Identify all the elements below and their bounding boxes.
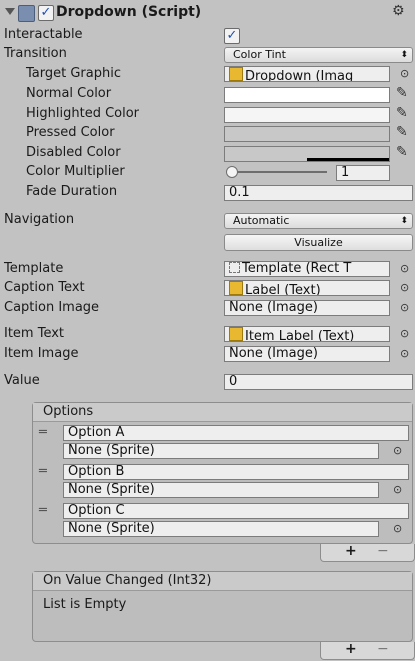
fade-duration-input[interactable]: 0.1 bbox=[224, 185, 413, 201]
pressed-color-label: Pressed Color bbox=[26, 125, 115, 140]
option-text-input[interactable]: Option C bbox=[63, 503, 409, 519]
options-list: Options ═ Option A None (Sprite) ⊙ ═ Opt… bbox=[32, 402, 413, 544]
fold-arrow-icon[interactable] bbox=[5, 8, 15, 15]
disabled-color-swatch[interactable] bbox=[224, 146, 390, 162]
disabled-color-label: Disabled Color bbox=[26, 145, 121, 160]
item-text-value: Item Label (Text) bbox=[245, 329, 355, 342]
navigation-dropdown[interactable]: Automatic ⬍ bbox=[224, 213, 413, 229]
option-text-input[interactable]: Option B bbox=[63, 464, 409, 480]
caption-text-value: Label (Text) bbox=[245, 283, 321, 296]
option-text-input[interactable]: Option A bbox=[63, 425, 409, 441]
object-picker-icon[interactable]: ⊙ bbox=[400, 281, 409, 294]
template-label: Template bbox=[4, 261, 64, 276]
navigation-value: Automatic bbox=[233, 214, 290, 227]
alpha-bar bbox=[307, 158, 389, 161]
color-multiplier-input[interactable]: 1 bbox=[336, 165, 390, 181]
caption-image-field[interactable]: None (Image) bbox=[224, 300, 390, 316]
component-icon bbox=[18, 5, 35, 22]
image-icon bbox=[229, 67, 243, 81]
dropdown-arrows-icon: ⬍ bbox=[400, 216, 408, 226]
remove-option-button[interactable]: − bbox=[377, 543, 389, 559]
pressed-color-swatch[interactable] bbox=[224, 126, 390, 142]
normal-color-swatch[interactable] bbox=[224, 87, 390, 103]
caption-text-field[interactable]: Label (Text) bbox=[224, 280, 390, 296]
value-input[interactable]: 0 bbox=[224, 374, 413, 390]
fade-duration-label: Fade Duration bbox=[26, 184, 118, 199]
add-option-button[interactable]: + bbox=[345, 543, 357, 559]
item-image-field[interactable]: None (Image) bbox=[224, 346, 390, 362]
options-list-footer: + − bbox=[320, 543, 415, 562]
eyedropper-icon[interactable]: ✎ bbox=[396, 144, 408, 160]
drag-handle-icon[interactable]: ═ bbox=[39, 464, 47, 479]
object-picker-icon[interactable]: ⊙ bbox=[393, 483, 402, 496]
color-multiplier-slider-thumb[interactable] bbox=[226, 166, 238, 178]
text-component-icon bbox=[229, 327, 243, 341]
options-header-label: Options bbox=[43, 404, 94, 419]
object-picker-icon[interactable]: ⊙ bbox=[400, 327, 409, 340]
on-value-changed-event: On Value Changed (Int32) List is Empty bbox=[32, 571, 413, 642]
check-icon: ✓ bbox=[226, 28, 238, 43]
color-multiplier-slider-track[interactable] bbox=[232, 171, 327, 173]
highlighted-color-swatch[interactable] bbox=[224, 107, 390, 123]
object-picker-icon[interactable]: ⊙ bbox=[400, 301, 409, 314]
event-list-footer: + − bbox=[320, 641, 415, 660]
color-multiplier-label: Color Multiplier bbox=[26, 164, 125, 179]
object-picker-icon[interactable]: ⊙ bbox=[400, 67, 409, 80]
option-sprite-field[interactable]: None (Sprite) bbox=[63, 443, 379, 459]
template-field[interactable]: Template (Rect T bbox=[224, 261, 390, 277]
component-enabled-checkbox[interactable]: ✓ bbox=[38, 5, 54, 21]
visualize-button[interactable]: Visualize bbox=[224, 234, 413, 251]
list-empty-text: List is Empty bbox=[43, 597, 127, 612]
gear-icon[interactable]: ⚙ bbox=[392, 3, 405, 19]
dropdown-arrows-icon: ⬍ bbox=[400, 50, 408, 60]
component-title: Dropdown (Script) bbox=[56, 4, 202, 20]
option-sprite-field[interactable]: None (Sprite) bbox=[63, 482, 379, 498]
target-graphic-field[interactable]: Dropdown (Imag bbox=[224, 66, 390, 82]
check-icon: ✓ bbox=[40, 5, 52, 20]
object-picker-icon[interactable]: ⊙ bbox=[393, 522, 402, 535]
object-picker-icon[interactable]: ⊙ bbox=[400, 262, 409, 275]
item-text-field[interactable]: Item Label (Text) bbox=[224, 326, 390, 342]
transition-label: Transition bbox=[4, 46, 67, 61]
event-header-label: On Value Changed (Int32) bbox=[43, 573, 212, 588]
value-label: Value bbox=[4, 373, 40, 388]
normal-color-label: Normal Color bbox=[26, 86, 112, 101]
caption-image-label: Caption Image bbox=[4, 300, 100, 315]
transition-value: Color Tint bbox=[233, 48, 286, 61]
object-picker-icon[interactable]: ⊙ bbox=[393, 444, 402, 457]
caption-text-label: Caption Text bbox=[4, 280, 85, 295]
target-graphic-value: Dropdown (Imag bbox=[245, 69, 354, 82]
remove-listener-button[interactable]: − bbox=[377, 641, 389, 657]
drag-handle-icon[interactable]: ═ bbox=[39, 503, 47, 518]
item-text-label: Item Text bbox=[4, 326, 65, 341]
text-component-icon bbox=[229, 281, 243, 295]
drag-handle-icon[interactable]: ═ bbox=[39, 425, 47, 440]
add-listener-button[interactable]: + bbox=[345, 641, 357, 657]
rect-transform-icon bbox=[229, 262, 240, 273]
eyedropper-icon[interactable]: ✎ bbox=[396, 124, 408, 140]
option-sprite-field[interactable]: None (Sprite) bbox=[63, 521, 379, 537]
interactable-checkbox[interactable]: ✓ bbox=[224, 28, 240, 44]
navigation-label: Navigation bbox=[4, 212, 75, 227]
target-graphic-label: Target Graphic bbox=[26, 66, 121, 81]
interactable-label: Interactable bbox=[4, 27, 83, 42]
highlighted-color-label: Highlighted Color bbox=[26, 106, 140, 121]
item-image-label: Item Image bbox=[4, 346, 79, 361]
template-value: Template (Rect T bbox=[242, 261, 352, 276]
eyedropper-icon[interactable]: ✎ bbox=[396, 85, 408, 101]
object-picker-icon[interactable]: ⊙ bbox=[400, 347, 409, 360]
transition-dropdown[interactable]: Color Tint ⬍ bbox=[224, 47, 413, 63]
eyedropper-icon[interactable]: ✎ bbox=[396, 105, 408, 121]
